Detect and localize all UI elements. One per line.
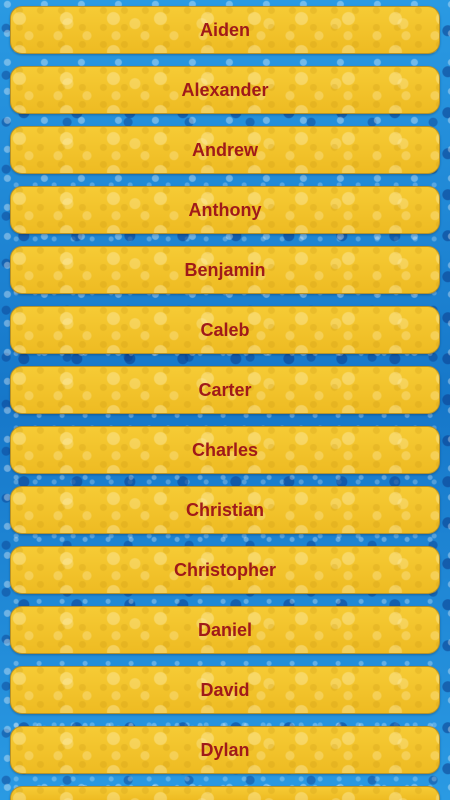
name-button-david[interactable]: David (10, 666, 440, 714)
name-label: Charles (191, 439, 259, 460)
name-label: Caleb (200, 319, 250, 340)
name-button-charles[interactable]: Charles (10, 426, 440, 474)
name-label: Dylan (200, 739, 250, 760)
name-button-andrew[interactable]: Andrew (10, 126, 440, 174)
name-button-partial[interactable] (10, 786, 440, 800)
name-label: Daniel (197, 619, 253, 640)
name-label: Andrew (191, 139, 258, 160)
name-label: David (200, 679, 250, 700)
names-list: Aiden Alexander Andrew Anthony Benjamin … (0, 0, 450, 800)
name-button-daniel[interactable]: Daniel (10, 606, 440, 654)
name-button-benjamin[interactable]: Benjamin (10, 246, 440, 294)
name-button-christopher[interactable]: Christopher (10, 546, 440, 594)
name-label: Anthony (188, 199, 262, 220)
name-button-caleb[interactable]: Caleb (10, 306, 440, 354)
name-label: Aiden (199, 19, 250, 40)
name-button-aiden[interactable]: Aiden (10, 6, 440, 54)
name-button-christian[interactable]: Christian (10, 486, 440, 534)
name-label: Benjamin (184, 259, 266, 280)
name-label: Christopher (173, 559, 276, 580)
name-button-alexander[interactable]: Alexander (10, 66, 440, 114)
name-button-dylan[interactable]: Dylan (10, 726, 440, 774)
name-button-carter[interactable]: Carter (10, 366, 440, 414)
name-label: Alexander (181, 79, 269, 100)
name-label: Christian (185, 499, 264, 520)
name-label: Carter (198, 379, 252, 400)
name-button-anthony[interactable]: Anthony (10, 186, 440, 234)
